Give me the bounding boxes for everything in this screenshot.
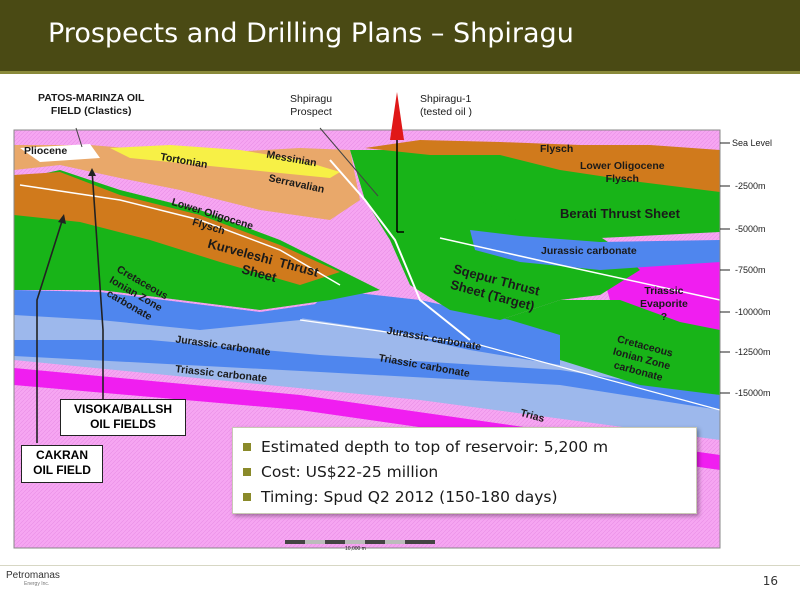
scale-bar-label: 10,000 m — [345, 546, 366, 552]
pliocene-label: Pliocene — [24, 145, 68, 157]
lower-oligocene-right-label: Lower Oligocene Flysch — [580, 160, 665, 185]
page-number: 16 — [762, 574, 778, 588]
patos-marinza-label: PATOS-MARINZA OIL FIELD (Clastics) — [38, 92, 144, 118]
depth-12500: -12500m — [735, 347, 771, 357]
shpiragu-prospect-label: Shpiragu Prospect — [290, 93, 332, 119]
shpiragu-prospect-text: Shpiragu Prospect — [290, 93, 333, 118]
patos-marinza-text: PATOS-MARINZA OIL FIELD (Clastics) — [38, 92, 145, 117]
key-facts-box: Estimated depth to top of reservoir: 5,2… — [232, 427, 697, 514]
company-logo: Petromanas Energy Inc. — [6, 570, 66, 598]
depth-7500: -7500m — [735, 265, 766, 275]
depth-2500: -2500m — [735, 181, 766, 191]
jurassic-right-label: Jurassic carbonate — [541, 245, 637, 257]
depth-sea-level: Sea Level — [732, 138, 773, 148]
bullet-square-icon — [243, 492, 251, 501]
shpiragu-1-text: Shpiragu-1 (tested oil ) — [420, 93, 472, 118]
bullet-cost-text: Cost: US$22-25 million — [261, 462, 439, 481]
title-bar: Prospects and Drilling Plans – Shpiragu — [0, 0, 800, 74]
title-underline — [0, 71, 800, 74]
bullet-depth: Estimated depth to top of reservoir: 5,2… — [243, 434, 686, 459]
bullet-depth-text: Estimated depth to top of reservoir: 5,2… — [261, 437, 609, 456]
logo-subtext: Energy Inc. — [24, 581, 50, 587]
flysch-right-label: Flysch — [540, 143, 574, 155]
bullet-timing: Timing: Spud Q2 2012 (150-180 days) — [243, 484, 686, 509]
bullet-timing-text: Timing: Spud Q2 2012 (150-180 days) — [261, 487, 558, 506]
berati-label: Berati Thrust Sheet — [560, 206, 680, 221]
bullet-square-icon — [243, 442, 251, 451]
footer-divider — [0, 565, 800, 566]
bullet-cost: Cost: US$22-25 million — [243, 459, 686, 484]
well-derrick-icon — [390, 92, 404, 140]
triassic-evaporite-label: Triassic Evaporite ? — [640, 285, 688, 323]
depth-15000: -15000m — [735, 388, 771, 398]
visoka-ballsh-callout: VISOKA/BALLSH OIL FIELDS — [60, 399, 186, 436]
slide-title: Prospects and Drilling Plans – Shpiragu — [48, 18, 574, 49]
cakran-callout: CAKRAN OIL FIELD — [21, 445, 103, 483]
depth-10000: -10000m — [735, 307, 771, 317]
shpiragu-1-label: Shpiragu-1 (tested oil ) — [420, 93, 472, 119]
depth-5000: -5000m — [735, 224, 766, 234]
bullet-square-icon — [243, 467, 251, 476]
logo-name: Petromanas — [6, 570, 60, 581]
